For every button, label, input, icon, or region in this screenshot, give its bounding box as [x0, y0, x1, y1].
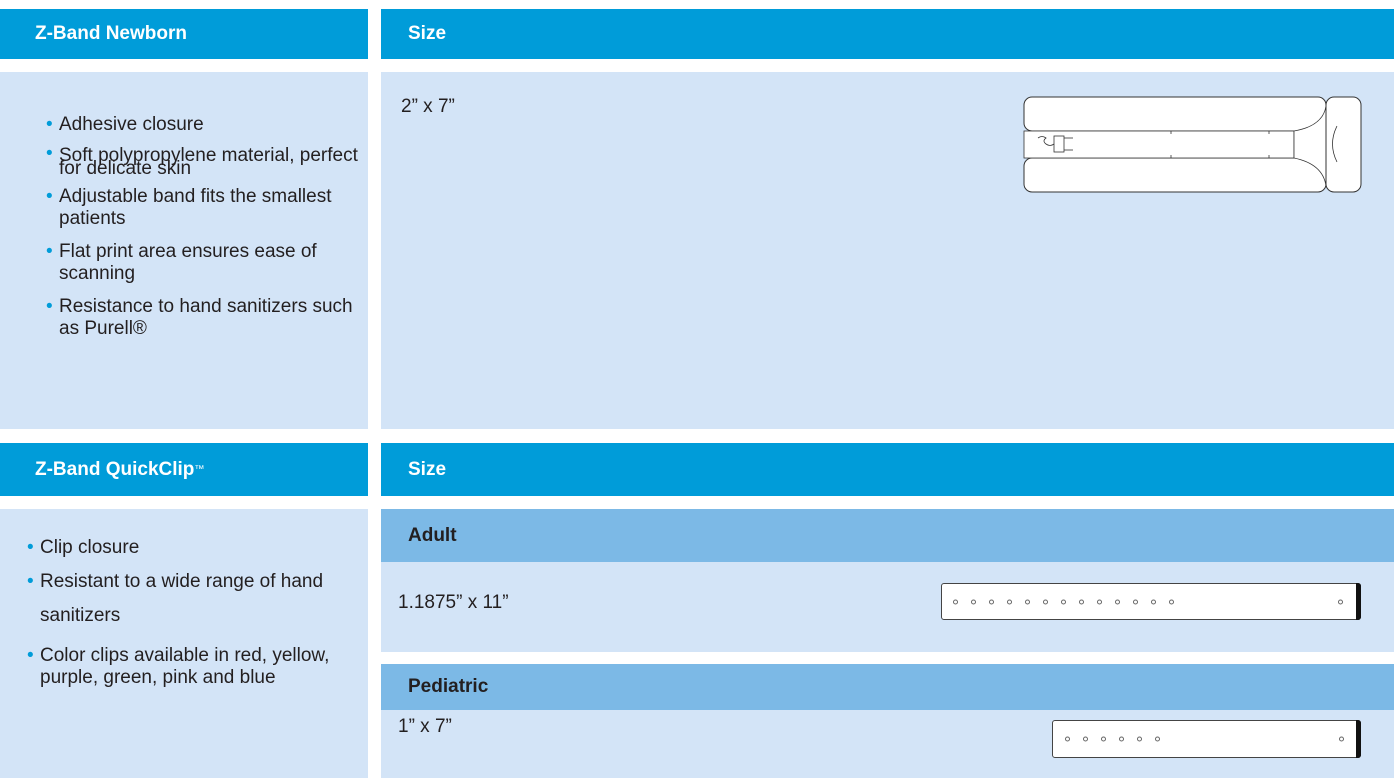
newborn-size-header: Size — [381, 9, 1394, 59]
newborn-title-bar: Z-Band Newborn — [0, 9, 368, 59]
newborn-title: Z-Band Newborn — [35, 23, 187, 44]
adult-size-panel: 1.1875” x 11” — [381, 562, 1394, 652]
pediatric-band-illustration — [1052, 720, 1361, 758]
newborn-size-header-label: Size — [408, 23, 447, 44]
list-item: Adhesive closure — [46, 114, 359, 136]
quickclip-title: Z-Band QuickClip — [35, 458, 195, 480]
quickclip-feature-list: Clip closure Resistant to a wide range o… — [27, 537, 358, 689]
adult-size-value: 1.1875” x 11” — [398, 592, 509, 613]
trademark-mark: ™ — [194, 464, 205, 475]
adult-subheader: Adult — [381, 509, 1394, 562]
newborn-size-panel: 2” x 7” — [381, 72, 1394, 429]
list-item: Flat print area ensures ease of scanning — [46, 241, 359, 285]
newborn-size-value: 2” x 7” — [401, 96, 455, 117]
list-item: Resistant to a wide range of hand saniti… — [27, 565, 358, 633]
list-item: Clip closure — [27, 537, 358, 559]
pediatric-size-value: 1” x 7” — [398, 716, 452, 737]
list-item: Color clips available in red, yellow, pu… — [27, 645, 358, 689]
quickclip-size-header-label: Size — [408, 458, 447, 480]
newborn-features-panel: Adhesive closure Soft polypropylene mate… — [0, 72, 368, 429]
pediatric-size-panel: 1” x 7” — [381, 710, 1394, 778]
list-item: Soft polypropylene material, perfect for… — [46, 146, 359, 178]
list-item: Resistance to hand sanitizers such as Pu… — [46, 296, 359, 340]
adult-label: Adult — [408, 524, 457, 546]
quickclip-features-panel: Clip closure Resistant to a wide range o… — [0, 509, 368, 778]
newborn-feature-list: Adhesive closure Soft polypropylene mate… — [46, 114, 359, 340]
quickclip-title-bar: Z-Band QuickClip ™ — [0, 443, 368, 496]
adult-band-illustration — [941, 583, 1361, 620]
quickclip-size-header: Size — [381, 443, 1394, 496]
list-item: Adjustable band fits the smallest patien… — [46, 186, 359, 230]
pediatric-label: Pediatric — [408, 676, 489, 697]
pediatric-subheader: Pediatric — [381, 664, 1394, 710]
newborn-band-illustration — [1023, 96, 1362, 193]
